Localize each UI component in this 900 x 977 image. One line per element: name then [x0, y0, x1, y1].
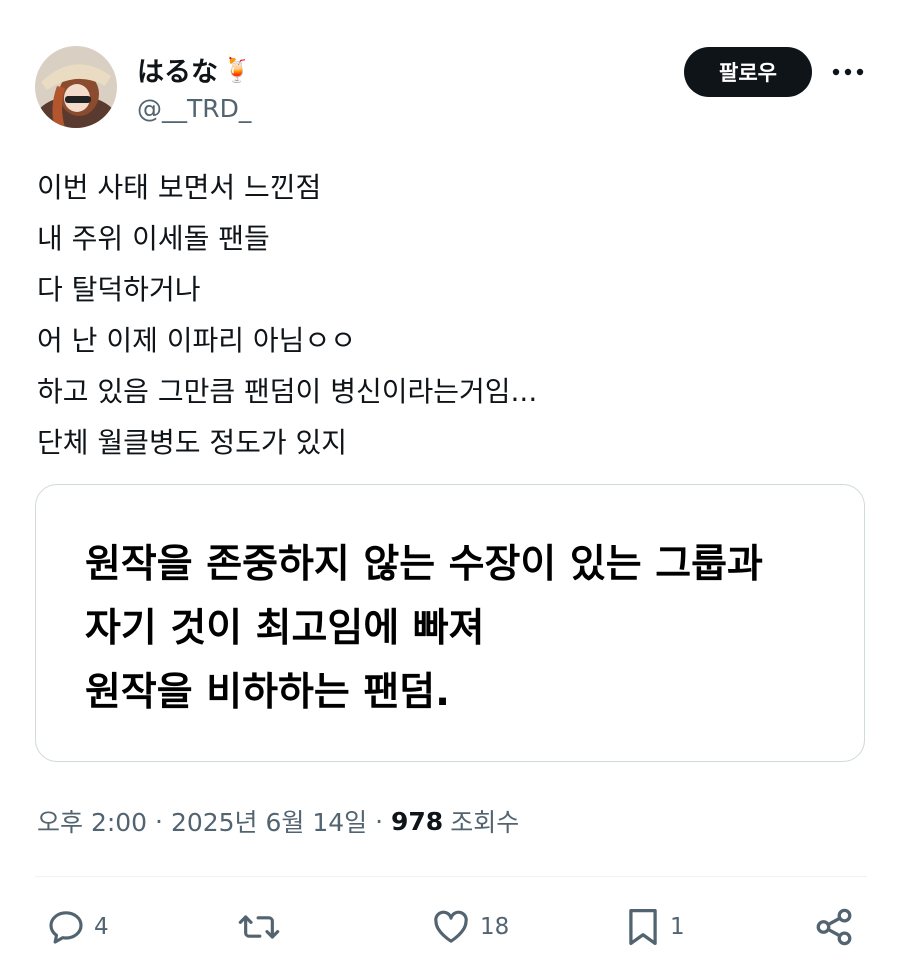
avatar-image — [35, 46, 117, 128]
views-count: 978 — [391, 806, 444, 836]
bookmark-icon — [629, 908, 657, 946]
avatar[interactable] — [35, 46, 117, 128]
bookmark-button[interactable]: 1 — [624, 906, 685, 948]
retweet-icon — [238, 915, 280, 939]
retweet-button[interactable] — [237, 906, 289, 948]
display-name-text: はるな — [137, 57, 218, 88]
like-count: 18 — [480, 914, 510, 940]
tweet-line: 이번 사태 보면서 느낀점 — [37, 171, 322, 204]
meta-separator: · — [147, 806, 171, 836]
tweet-line: 다 탈덕하거나 — [37, 273, 201, 306]
tweet-text: 이번 사태 보면서 느낀점 내 주위 이세돌 팬들 다 탈덕하거나 어 난 이제… — [37, 162, 537, 468]
share-icon — [816, 908, 852, 946]
divider — [35, 876, 867, 877]
reply-button[interactable]: 4 — [46, 906, 109, 948]
image-text-line: 원작을 비하하는 팬덤. — [85, 670, 450, 715]
tweet-line: 어 난 이제 이파리 아님ㅇㅇ — [37, 324, 356, 357]
more-options-button[interactable] — [828, 57, 868, 87]
post-time[interactable]: 오후 2:00 — [37, 803, 147, 839]
reply-count: 4 — [94, 914, 109, 940]
cocktail-emoji: 🍹 — [222, 55, 252, 84]
tweet-meta: 오후 2:00 · 2025년 6월 14일 · 978 조회수 — [37, 803, 519, 839]
heart-icon — [434, 910, 468, 943]
reply-icon — [49, 911, 83, 944]
share-button[interactable] — [813, 906, 855, 948]
tweet-line: 단체 월클병도 정도가 있지 — [37, 426, 348, 459]
image-text: 원작을 존중하지 않는 수장이 있는 그룹과 자기 것이 최고임에 빠져 원작을… — [85, 533, 763, 725]
image-text-line: 자기 것이 최고임에 빠져 — [85, 606, 485, 651]
attached-image[interactable]: 원작을 존중하지 않는 수장이 있는 그룹과 자기 것이 최고임에 빠져 원작을… — [35, 484, 865, 762]
user-handle[interactable]: @__TRD_ — [137, 94, 251, 123]
views-label: 조회수 — [450, 808, 520, 837]
like-button[interactable]: 18 — [430, 906, 509, 948]
bookmark-count: 1 — [670, 914, 685, 940]
post-date[interactable]: 2025년 6월 14일 — [171, 803, 367, 839]
meta-separator: · — [367, 806, 392, 836]
image-text-line: 원작을 존중하지 않는 수장이 있는 그룹과 — [85, 542, 763, 587]
more-horizontal-icon — [832, 68, 864, 76]
follow-button[interactable]: 팔로우 — [684, 47, 812, 97]
tweet-line: 하고 있음 그만큼 팬덤이 병신이라는거임... — [37, 375, 538, 408]
display-name[interactable]: はるな 🍹 — [137, 50, 252, 89]
tweet-line: 내 주위 이세돌 팬들 — [37, 222, 270, 255]
